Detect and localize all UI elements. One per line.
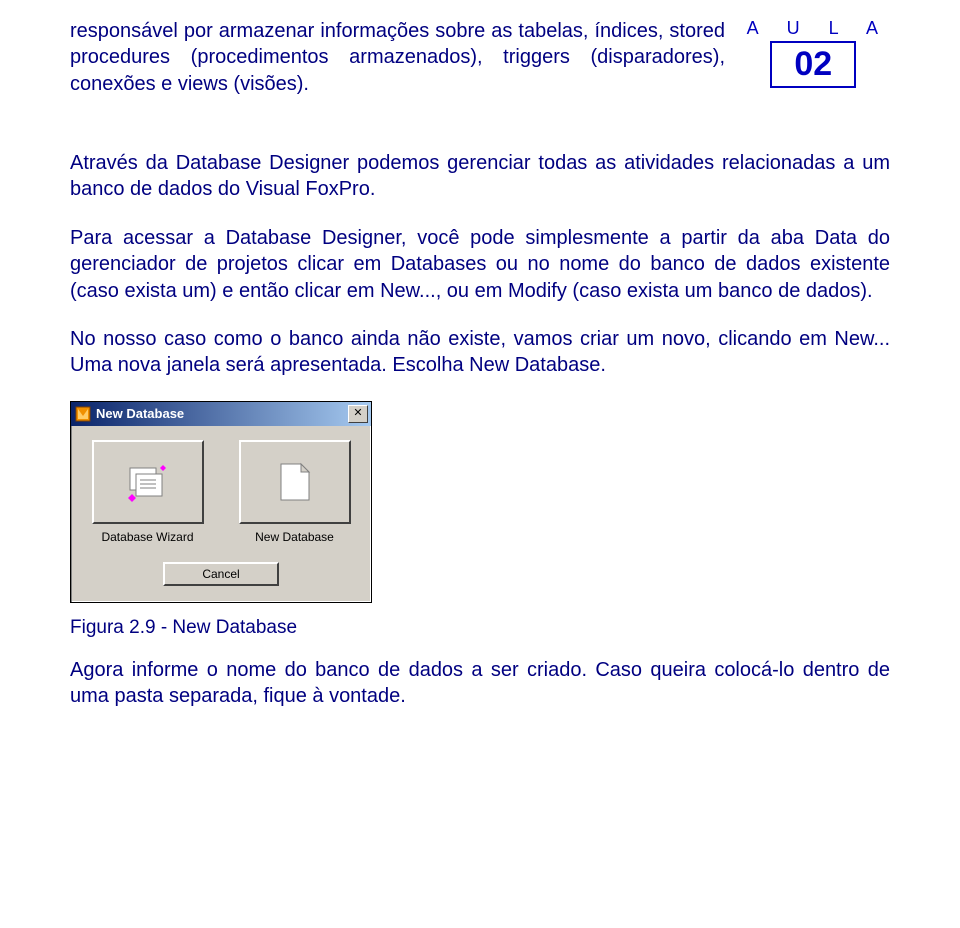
cancel-label: Cancel: [202, 567, 239, 581]
lesson-number-box: 02: [770, 41, 856, 88]
option-new-database: New Database: [239, 440, 351, 544]
database-wizard-button[interactable]: [92, 440, 204, 524]
fox-icon: [75, 406, 91, 422]
paragraph-3: Para acessar a Database Designer, você p…: [70, 225, 890, 304]
close-button[interactable]: ✕: [348, 405, 368, 423]
paragraph-4: No nosso caso como o banco ainda não exi…: [70, 326, 890, 379]
new-database-button[interactable]: [239, 440, 351, 524]
option-database-wizard: Database Wizard: [92, 440, 204, 544]
option-label-new: New Database: [239, 530, 351, 544]
dialog-body: Database Wizard New Database Cancel: [71, 426, 371, 602]
paragraph-5: Agora informe o nome do banco de dados a…: [70, 657, 890, 710]
close-icon: ✕: [353, 407, 362, 419]
dialog-title-bar: New Database ✕: [71, 402, 371, 426]
lesson-number: 02: [794, 45, 832, 83]
option-label-wizard: Database Wizard: [92, 530, 204, 544]
dialog-title: New Database: [96, 406, 348, 421]
lesson-badge: A U L A 02: [737, 18, 890, 88]
new-database-dialog: New Database ✕: [70, 401, 372, 603]
new-file-icon: [275, 460, 315, 504]
wizard-icon: [126, 462, 170, 502]
cancel-button[interactable]: Cancel: [163, 562, 279, 586]
paragraph-2: Através da Database Designer podemos ger…: [70, 150, 890, 203]
figure-caption: Figura 2.9 - New Database: [70, 617, 890, 639]
lesson-label: A U L A: [737, 18, 890, 39]
